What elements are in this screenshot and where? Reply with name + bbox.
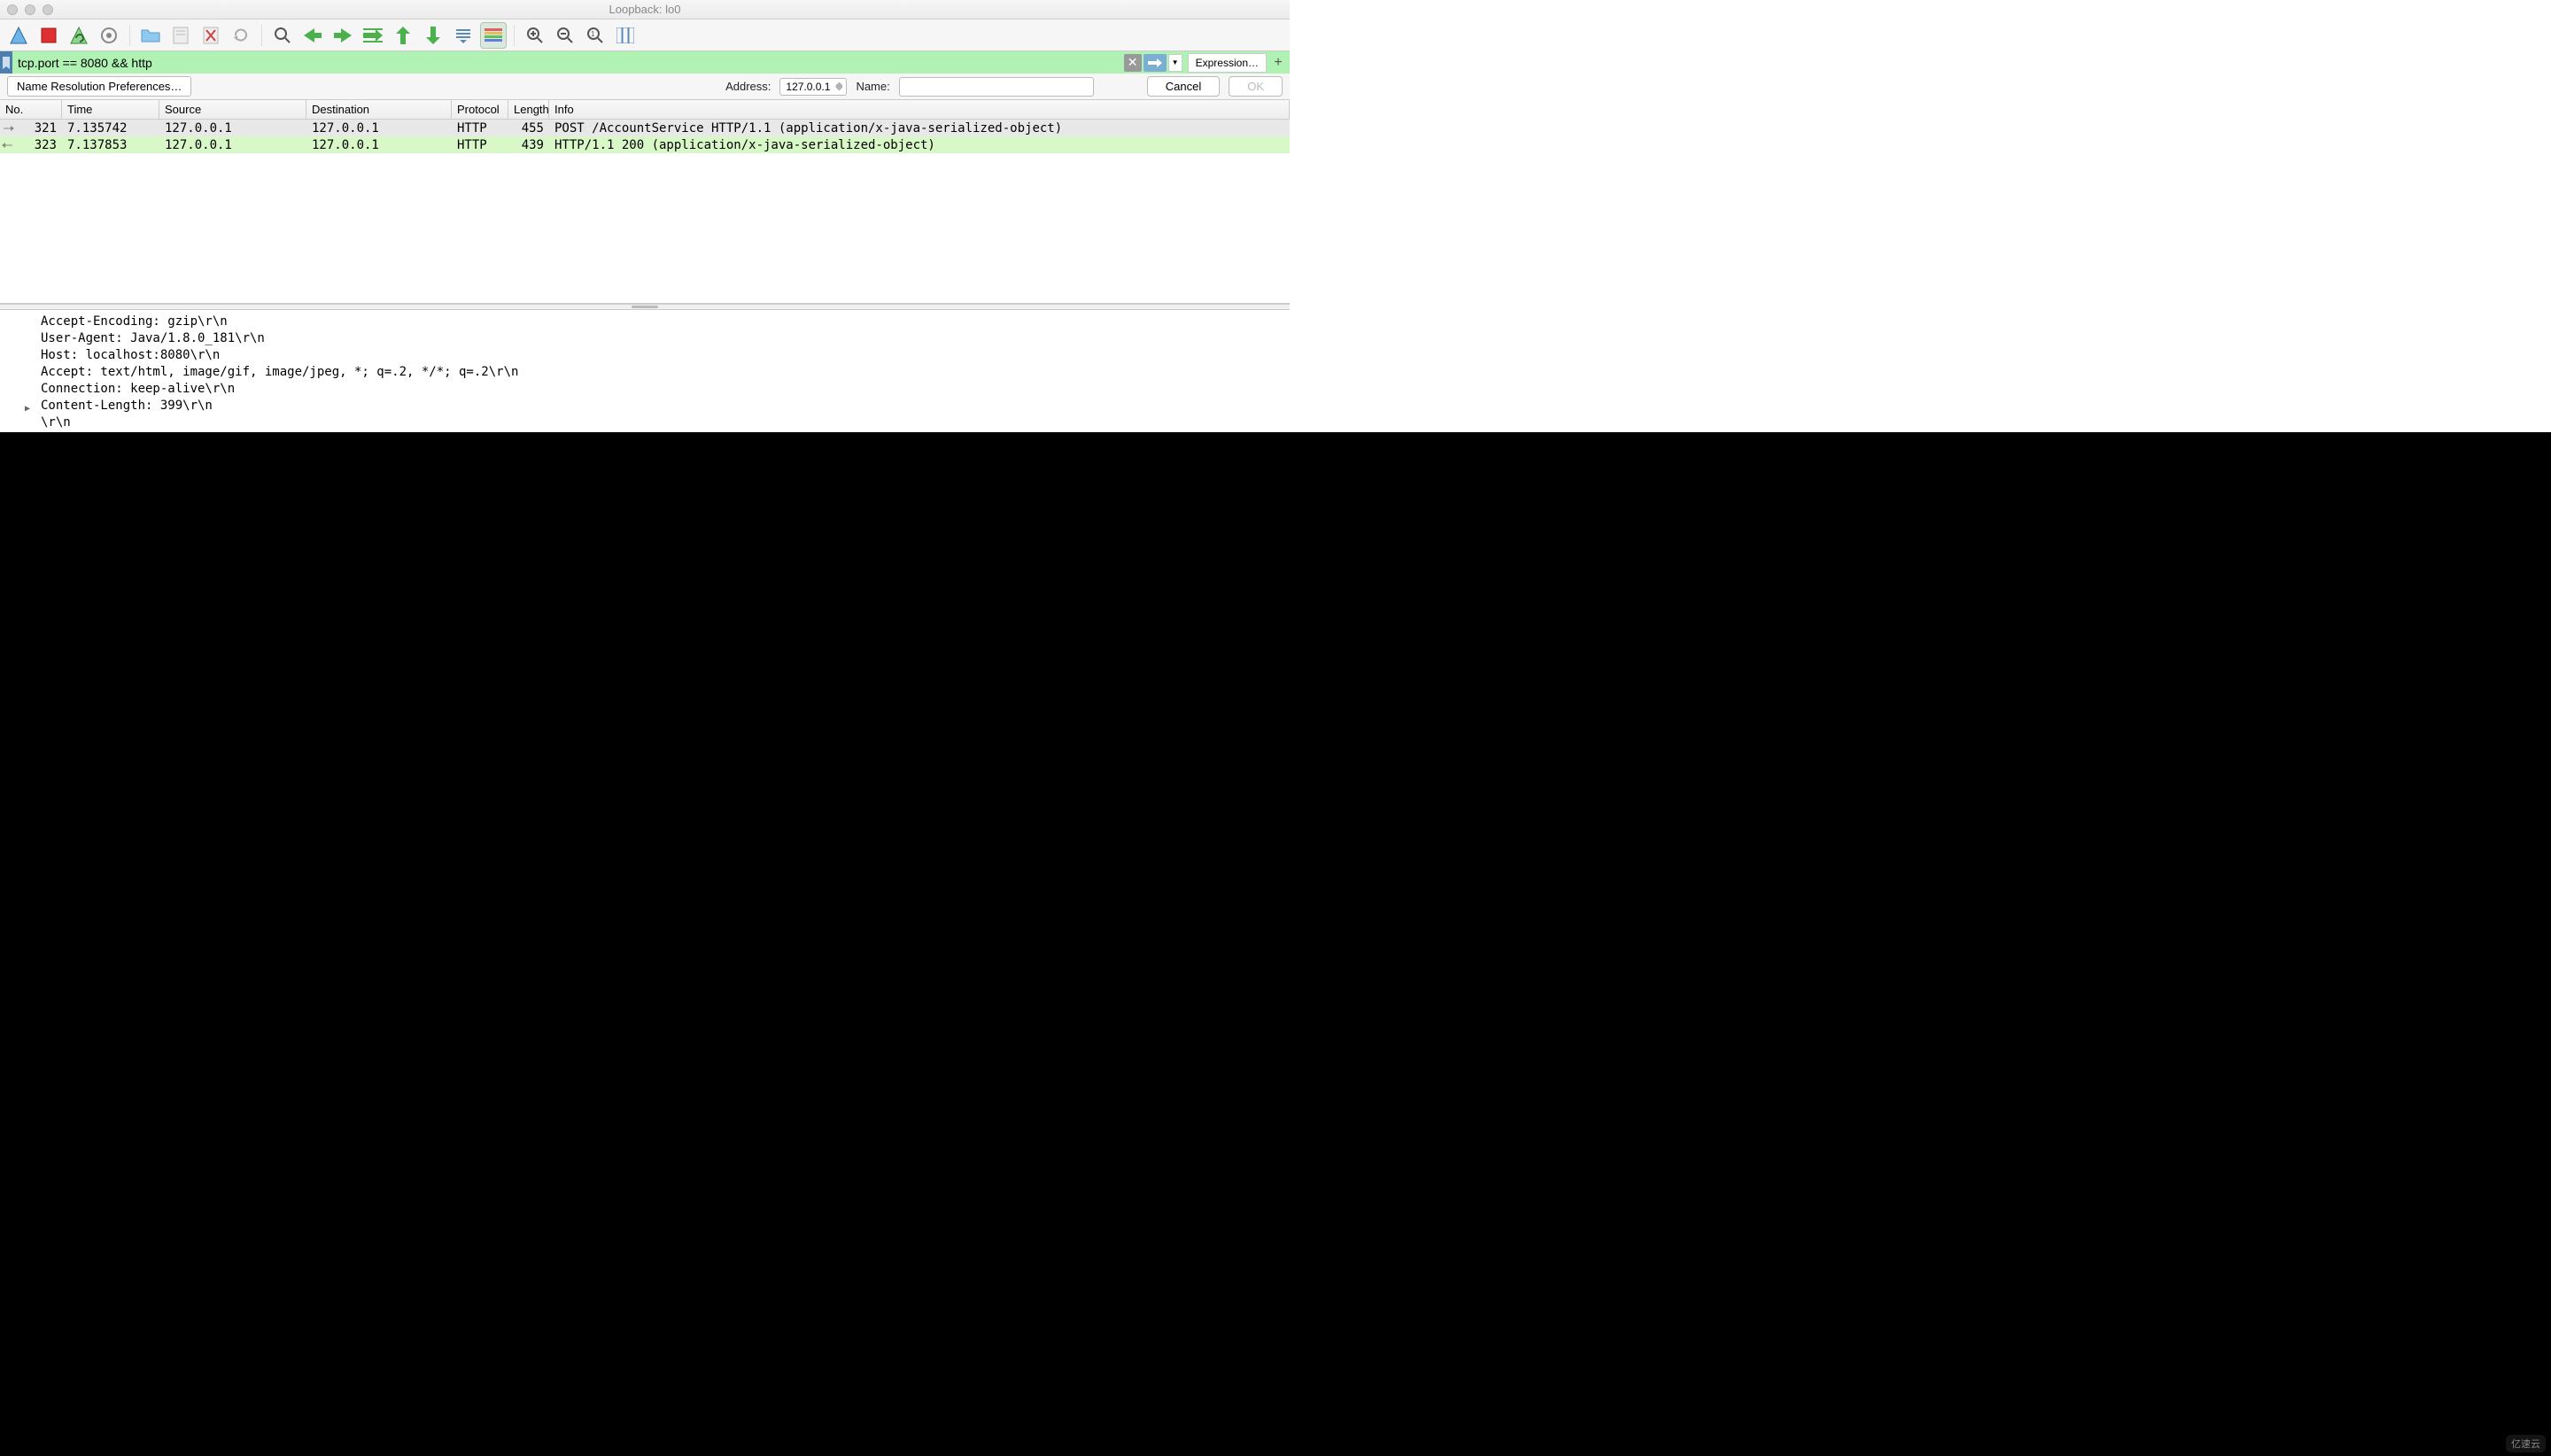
address-select[interactable]: 127.0.0.1 <box>779 78 847 96</box>
stop-capture-button[interactable] <box>35 22 62 49</box>
start-capture-button[interactable] <box>5 22 32 49</box>
display-filter-bar: ✕ ▼ Expression… + <box>0 51 1290 74</box>
col-source[interactable]: Source <box>159 100 306 119</box>
cell-protocol: HTTP <box>452 121 508 136</box>
open-file-button[interactable] <box>137 22 164 49</box>
cell-info: POST /AccountService HTTP/1.1 (applicati… <box>549 121 1290 136</box>
add-filter-button[interactable]: + <box>1270 53 1286 73</box>
col-no[interactable]: No. <box>0 100 62 119</box>
name-resolution-button[interactable]: Name Resolution Preferences… <box>7 76 191 97</box>
col-destination[interactable]: Destination <box>306 100 452 119</box>
zoom-window-icon[interactable] <box>43 4 53 15</box>
cell-destination: 127.0.0.1 <box>306 121 452 136</box>
zoom-reset-button[interactable]: 1 <box>582 22 609 49</box>
main-toolbar: 1 <box>0 19 1290 51</box>
packet-list: No. Time Source Destination Protocol Len… <box>0 100 1290 304</box>
cell-info: HTTP/1.1 200 (application/x-java-seriali… <box>549 138 1290 152</box>
pane-resize-handle[interactable] <box>0 304 1290 310</box>
zoom-out-button[interactable] <box>552 22 578 49</box>
go-forward-button[interactable] <box>330 22 356 49</box>
go-to-packet-button[interactable] <box>360 22 386 49</box>
window-title: Loopback: lo0 <box>0 3 1290 16</box>
close-file-button[interactable] <box>198 22 224 49</box>
expression-button[interactable]: Expression… <box>1188 53 1267 73</box>
svg-text:1: 1 <box>591 30 595 38</box>
titlebar: Loopback: lo0 <box>0 0 1290 19</box>
restart-capture-button[interactable] <box>66 22 92 49</box>
cell-no: 321 <box>16 121 62 136</box>
obscured-region: 亿速云 <box>0 432 2551 1456</box>
cancel-button[interactable]: Cancel <box>1147 76 1220 97</box>
go-last-button[interactable] <box>420 22 446 49</box>
colorize-button[interactable] <box>480 22 507 49</box>
packet-list-header: No. Time Source Destination Protocol Len… <box>0 100 1290 120</box>
bookmark-icon[interactable] <box>0 51 12 74</box>
detail-line[interactable]: User-Agent: Java/1.8.0_181\r\n <box>23 330 1290 347</box>
cell-destination: 127.0.0.1 <box>306 138 452 152</box>
cell-protocol: HTTP <box>452 138 508 152</box>
name-label: Name: <box>856 80 889 93</box>
capture-options-button[interactable] <box>96 22 122 49</box>
detail-line[interactable]: Accept-Encoding: gzip\r\n <box>23 314 1290 330</box>
col-protocol[interactable]: Protocol <box>452 100 508 119</box>
detail-line[interactable]: \r\n <box>23 414 1290 431</box>
detail-line[interactable]: Connection: keep-alive\r\n <box>23 381 1290 398</box>
cell-length: 439 <box>508 138 549 152</box>
cell-source: 127.0.0.1 <box>159 121 306 136</box>
save-file-button[interactable] <box>167 22 194 49</box>
detail-line[interactable]: Accept: text/html, image/gif, image/jpeg… <box>23 364 1290 381</box>
cell-time: 7.135742 <box>62 121 159 136</box>
toolbar-separator <box>261 25 262 46</box>
cell-source: 127.0.0.1 <box>159 138 306 152</box>
zoom-in-button[interactable] <box>522 22 548 49</box>
name-input[interactable] <box>899 77 1094 97</box>
toolbar-separator <box>514 25 515 46</box>
go-back-button[interactable] <box>299 22 326 49</box>
direction-icon <box>0 140 16 151</box>
cell-no: 323 <box>16 138 62 152</box>
packet-row[interactable]: 3217.135742127.0.0.1127.0.0.1HTTP455POST… <box>0 120 1290 136</box>
reload-file-button[interactable] <box>228 22 254 49</box>
go-first-button[interactable] <box>390 22 416 49</box>
auto-scroll-button[interactable] <box>450 22 477 49</box>
address-label: Address: <box>725 80 771 93</box>
find-packet-button[interactable] <box>269 22 296 49</box>
traffic-lights <box>0 4 53 15</box>
detail-expandable-line[interactable]: Content-Length: 399\r\n <box>23 398 1290 414</box>
minimize-window-icon[interactable] <box>25 4 35 15</box>
clear-filter-button[interactable]: ✕ <box>1124 54 1142 72</box>
close-window-icon[interactable] <box>7 4 18 15</box>
resize-columns-button[interactable] <box>612 22 639 49</box>
cell-length: 455 <box>508 121 549 136</box>
apply-filter-button[interactable] <box>1144 54 1167 72</box>
col-info[interactable]: Info <box>549 100 1290 119</box>
display-filter-input[interactable] <box>12 51 1124 74</box>
col-time[interactable]: Time <box>62 100 159 119</box>
packet-details[interactable]: Accept-Encoding: gzip\r\n User-Agent: Ja… <box>0 310 1290 432</box>
direction-icon <box>0 123 16 134</box>
detail-line[interactable]: Host: localhost:8080\r\n <box>23 347 1290 364</box>
watermark: 亿速云 <box>2506 1435 2546 1452</box>
ok-button[interactable]: OK <box>1229 76 1283 97</box>
resolve-name-bar: Name Resolution Preferences… Address: 12… <box>0 74 1290 100</box>
toolbar-separator <box>129 25 130 46</box>
packet-row[interactable]: 3237.137853127.0.0.1127.0.0.1HTTP439HTTP… <box>0 136 1290 153</box>
col-length[interactable]: Length <box>508 100 549 119</box>
filter-history-dropdown[interactable]: ▼ <box>1168 54 1182 72</box>
cell-time: 7.137853 <box>62 138 159 152</box>
